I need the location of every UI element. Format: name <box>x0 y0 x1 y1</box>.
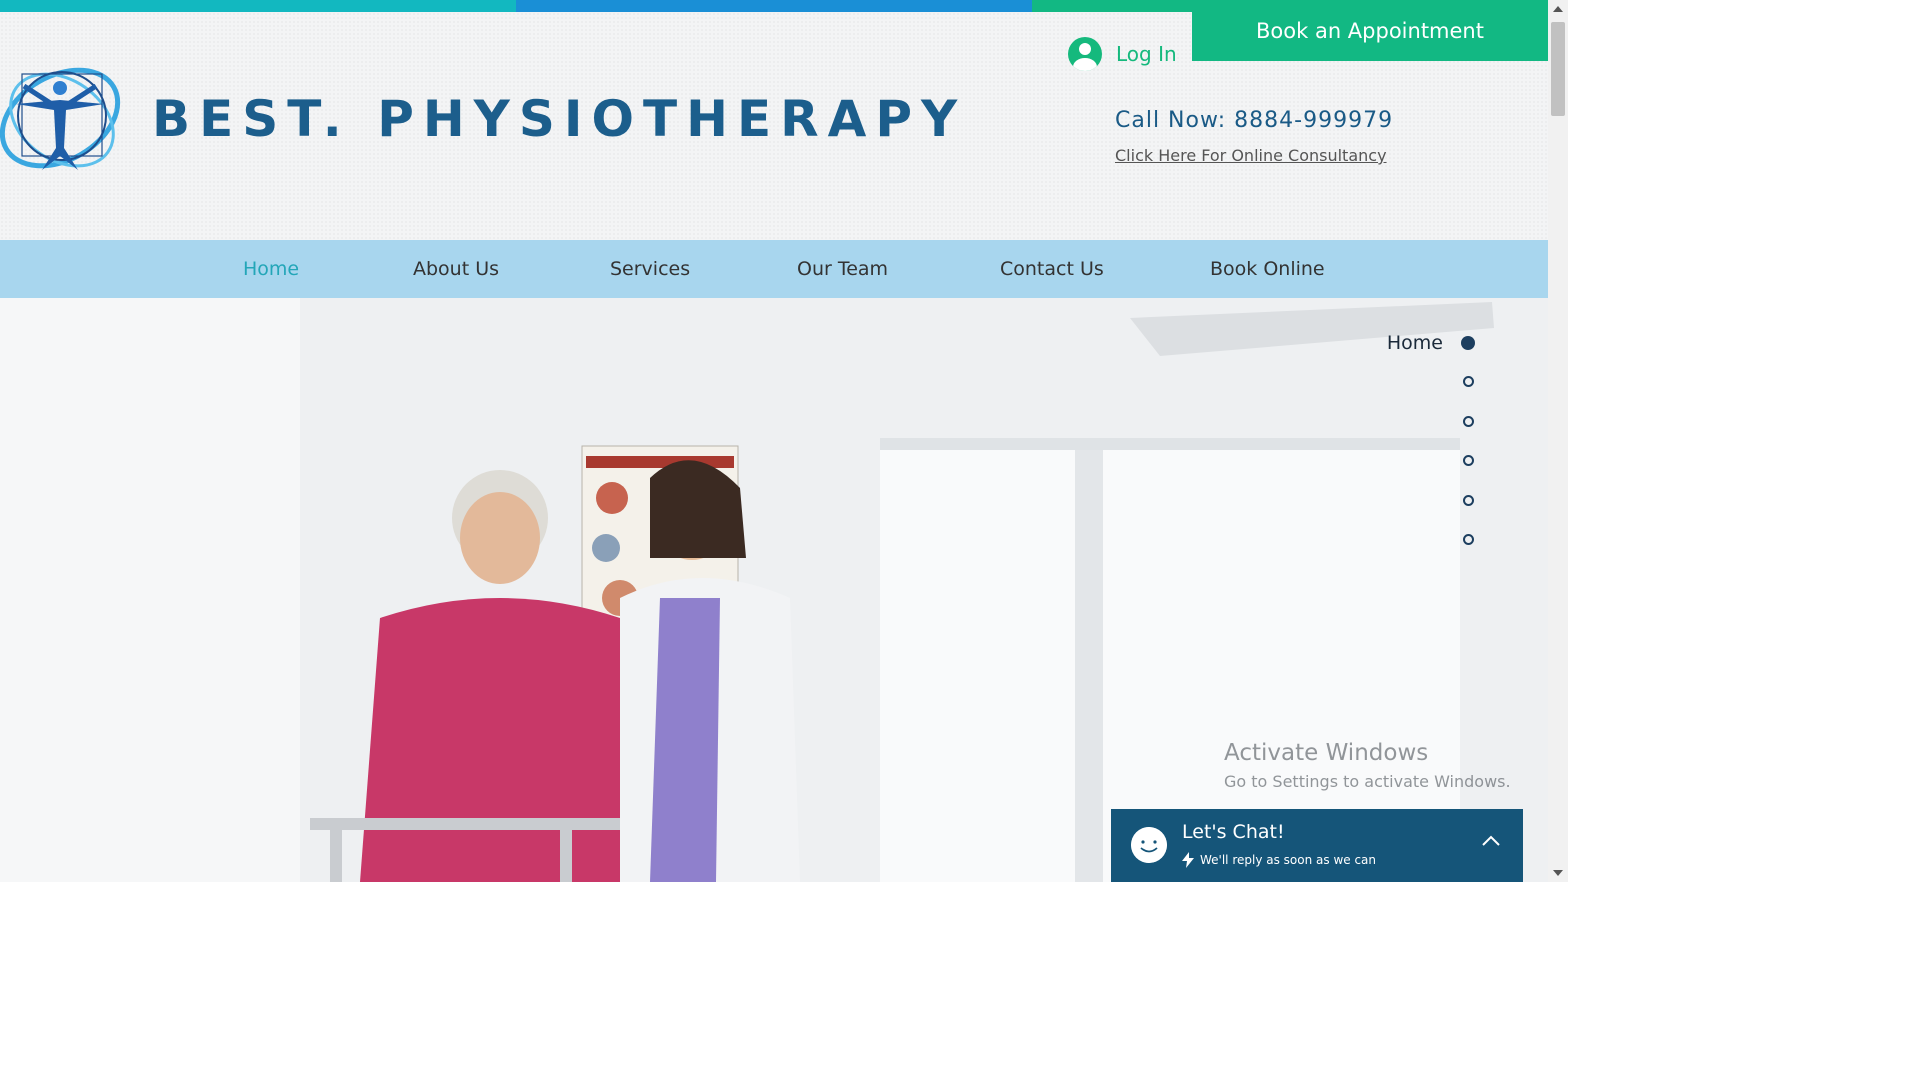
chat-subtitle: We'll reply as soon as we can <box>1200 853 1377 867</box>
main-nav: Home About Us Services Our Team Contact … <box>0 240 1548 298</box>
stripe-segment-2 <box>516 0 1032 12</box>
scroll-up-arrow-icon[interactable] <box>1553 6 1563 12</box>
anchor-item-5[interactable] <box>1463 490 1474 510</box>
vitruvian-man-logo-icon[interactable] <box>0 48 126 188</box>
chevron-up-icon[interactable] <box>1481 835 1501 847</box>
anchor-item-4[interactable] <box>1463 450 1474 470</box>
online-consultancy-link[interactable]: Click Here For Online Consultancy <box>1115 146 1387 165</box>
lightning-icon <box>1182 852 1194 868</box>
smiley-face-icon <box>1131 827 1167 863</box>
nav-item-contact-us[interactable]: Contact Us <box>1000 240 1104 298</box>
windows-activation-watermark: Activate Windows Go to Settings to activ… <box>1224 740 1511 791</box>
nav-item-home[interactable]: Home <box>243 240 299 298</box>
anchor-dot-active <box>1461 336 1475 350</box>
anchor-item-home[interactable]: Home <box>1386 332 1475 354</box>
hero-illustration <box>0 298 1548 882</box>
nav-item-our-team[interactable]: Our Team <box>797 240 888 298</box>
chat-widget[interactable]: Let's Chat! We'll reply as soon as we ca… <box>1111 809 1523 882</box>
anchor-item-6[interactable] <box>1463 529 1474 549</box>
anchor-label-home: Home <box>1386 332 1443 354</box>
anchor-dot <box>1463 454 1474 466</box>
nav-item-book-online[interactable]: Book Online <box>1210 240 1325 298</box>
scroll-down-arrow-icon[interactable] <box>1553 870 1563 876</box>
anchor-dot <box>1463 375 1474 387</box>
login-button[interactable]: Log In <box>1068 34 1177 74</box>
call-now-text: Call Now: 8884-999979 <box>1115 108 1394 133</box>
watermark-subtitle: Go to Settings to activate Windows. <box>1224 772 1511 791</box>
anchor-item-3[interactable] <box>1463 411 1474 431</box>
anchor-item-2[interactable] <box>1463 371 1474 391</box>
anchor-dot <box>1463 533 1474 545</box>
login-label: Log In <box>1116 42 1177 66</box>
site-header: BEST. PHYSIOTHERAPY Log In Book an Appoi… <box>0 0 1548 240</box>
stripe-segment-1 <box>0 0 516 12</box>
anchor-dot <box>1463 494 1474 506</box>
nav-item-services[interactable]: Services <box>610 240 690 298</box>
nav-item-about-us[interactable]: About Us <box>413 240 499 298</box>
chat-subtitle-row: We'll reply as soon as we can <box>1182 852 1376 868</box>
book-appointment-button[interactable]: Book an Appointment <box>1192 0 1548 61</box>
page-scrollbar[interactable] <box>1548 0 1568 882</box>
chat-title: Let's Chat! <box>1182 821 1285 843</box>
anchor-dot <box>1463 415 1474 427</box>
hero-image <box>0 298 1548 882</box>
brand-name[interactable]: BEST. PHYSIOTHERAPY <box>152 90 966 148</box>
scrollbar-thumb[interactable] <box>1551 22 1565 116</box>
avatar-icon <box>1068 37 1102 71</box>
watermark-title: Activate Windows <box>1224 740 1429 766</box>
